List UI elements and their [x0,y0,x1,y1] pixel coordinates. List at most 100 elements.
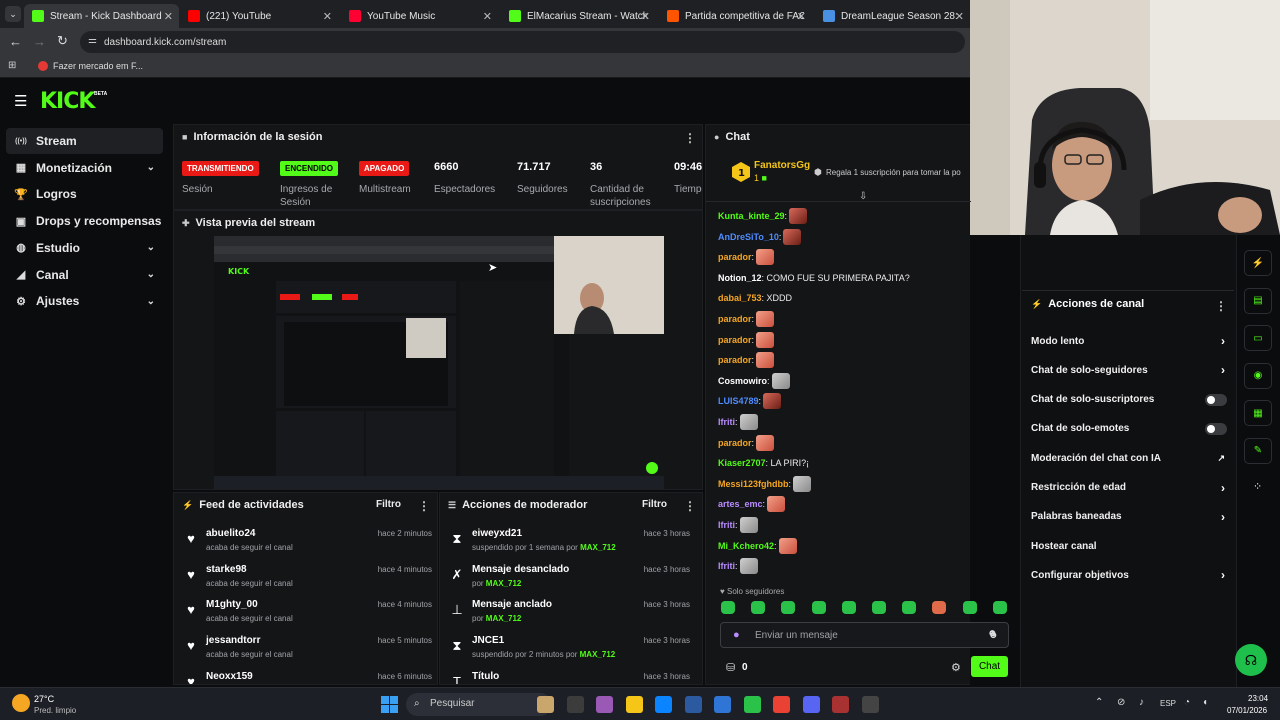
quick-emote-icon[interactable] [902,601,917,614]
quick-emote-icon[interactable] [962,601,977,614]
pinned-gifter[interactable]: 1 [730,161,754,183]
emote-icon[interactable] [778,537,797,554]
chat-message[interactable]: Ifriti: [718,557,758,575]
chat-message[interactable]: artes_emc: [718,495,786,513]
support-button[interactable]: ☊ [1235,644,1267,676]
kick-app-icon[interactable] [743,696,761,713]
chat-message[interactable]: Ifriti: [718,413,758,431]
mod-action-name[interactable]: Mensaje desanclado [472,564,569,575]
feed-username[interactable]: starke98 [206,564,247,575]
wrench-icon[interactable]: ✎ [1244,437,1272,464]
emote-icon[interactable] [756,331,775,348]
store-icon[interactable] [684,696,702,713]
tray-network-icon[interactable]: ⊘ [1117,697,1125,708]
clock-time[interactable]: 23:04 [1248,694,1268,703]
bookmark-item[interactable]: Fazer mercado em F... [38,61,143,71]
sidebar-item[interactable]: ▦ Monetización ⌄ [6,155,163,181]
broadcast-icon[interactable]: ◉ [1244,362,1272,389]
site-info-icon[interactable]: ⚌ [88,35,97,46]
emote-icon[interactable] [756,434,775,451]
file-explorer-icon[interactable] [625,696,643,713]
emote-icon[interactable] [793,475,812,492]
tab-close-icon[interactable]: ✕ [483,10,492,23]
moderator-name[interactable]: MAX_712 [580,650,616,659]
chat-username[interactable]: Kunta_kinte_29 [718,211,785,221]
start-icon[interactable] [381,696,398,713]
chat-message[interactable]: Notion_12: COMO FUE SU PRIMERA PAJITA? [718,269,910,287]
emote-icon[interactable] [756,311,775,327]
url-field[interactable]: ⚌ dashboard.kick.com/stream [80,31,965,53]
chat-username[interactable]: Messi123fghdbb [718,479,789,489]
channel-action-row[interactable]: Configurar objetivos › [1031,564,1227,586]
channel-actions-more-icon[interactable]: ⋮ [1215,299,1227,313]
channel-action-row[interactable]: Palabras baneadas › [1031,506,1227,528]
terminal-icon[interactable] [566,696,584,713]
feed-username[interactable]: abuelito24 [206,528,255,539]
chat-username[interactable]: LUIS4789 [718,396,759,406]
chat-message[interactable]: LUIS4789: [718,392,782,410]
chat-message[interactable]: parador: [718,310,775,328]
tab-close-icon[interactable]: ✕ [797,10,806,23]
emote-icon[interactable] [739,558,758,575]
quick-emote-icon[interactable] [932,601,947,614]
taskbar-search[interactable]: ⌕ Pesquisar [406,693,552,716]
moderator-name[interactable]: MAX_712 [580,543,616,552]
copilot-icon[interactable] [596,696,613,713]
chat-username[interactable]: dabai_753 [718,293,762,303]
tab-close-icon[interactable]: ✕ [323,10,332,23]
mod-action-name[interactable]: JNCE1 [472,635,504,646]
sidebar-item[interactable]: ((•)) Stream [6,128,163,154]
chat-username[interactable]: Cosmowiro [718,376,767,386]
document-icon[interactable]: ▤ [1244,287,1272,314]
tray-volume-icon[interactable]: ◖ [1202,697,1208,708]
back-icon[interactable]: ← [9,34,22,49]
edge-icon[interactable] [655,696,672,713]
weather-icon[interactable] [12,694,30,712]
chat-message[interactable]: Mi_Kchero42: [718,537,797,555]
outlook-icon[interactable] [714,696,731,713]
obs-icon[interactable] [861,696,879,713]
apps-icon[interactable]: ⊞ [8,60,16,71]
sidebar-item[interactable]: ◍ Estudio ⌄ [6,235,163,261]
chat-message[interactable]: parador: [718,434,775,452]
list-item[interactable]: ♥ jessandtorr acaba de seguir el canal hace… [180,633,432,667]
chat-message[interactable]: Kiaser2707: LA PIRI?¡ [718,454,809,472]
channel-action-row[interactable]: Chat de solo-suscriptores [1031,389,1227,411]
chat-username[interactable]: parador [718,355,752,365]
channel-action-row[interactable]: Chat de solo-seguidores › [1031,359,1227,381]
chat-input[interactable]: ● Enviar un mensaje [720,622,1009,648]
chat-icon[interactable]: ▭ [1244,325,1272,351]
session-more-icon[interactable]: ⋮ [684,131,696,145]
emote-icon[interactable] [756,249,775,266]
quick-emote-icon[interactable] [872,601,886,614]
browser-tab[interactable]: (221) YouTube ✕ [180,4,338,28]
chat-message[interactable]: Ifriti: [718,516,758,534]
browser-tab[interactable]: YouTube Music ✕ [341,4,498,28]
emote-icon[interactable] [771,372,790,389]
chat-settings-icon[interactable]: ⚙ [951,661,961,674]
mod-action-name[interactable]: Mensaje anclado [472,599,552,610]
chat-message[interactable]: Messi123fghdbb: [718,475,812,493]
chrome-icon[interactable] [773,696,790,713]
channel-action-row[interactable]: Modo lento › [1031,330,1227,352]
mod-filter-button[interactable]: Filtro [642,499,667,510]
emote-icon[interactable] [739,517,758,533]
browser-tab[interactable]: Partida competitiva de FACEIT -✕ [659,4,812,28]
chat-username[interactable]: AnDreSiTo_10 [718,232,779,242]
tab-close-icon[interactable]: ✕ [641,10,650,23]
chat-message[interactable]: parador: [718,351,775,369]
kick-logo[interactable]: KICK [40,89,95,114]
list-item[interactable]: ♥ starke98 acaba de seguir el canal hace 4 … [180,562,432,596]
feed-username[interactable]: jessandtorr [206,635,260,646]
chat-message[interactable]: AnDreSiTo_10: [718,228,802,246]
tab-list-dropdown-icon[interactable]: ⌄ [5,6,21,22]
channel-action-row[interactable]: Chat de solo-emotes [1031,418,1227,440]
moderator-name[interactable]: MAX_712 [486,579,522,588]
list-item[interactable]: ♥ abuelito24 acaba de seguir el canal hace … [180,526,432,560]
browser-tab[interactable]: ElMacarius Stream - Watch Live✕ [501,4,656,28]
sidebar-item[interactable]: ◢ Canal ⌄ [6,262,163,288]
emoji-picker-icon-2[interactable]: ☻ [987,628,998,639]
emote-icon[interactable] [763,393,782,410]
tab-close-icon[interactable]: ✕ [164,10,173,23]
list-item[interactable]: ⊥ Mensaje anclado por MAX_712 hace 3 horas [446,597,690,631]
